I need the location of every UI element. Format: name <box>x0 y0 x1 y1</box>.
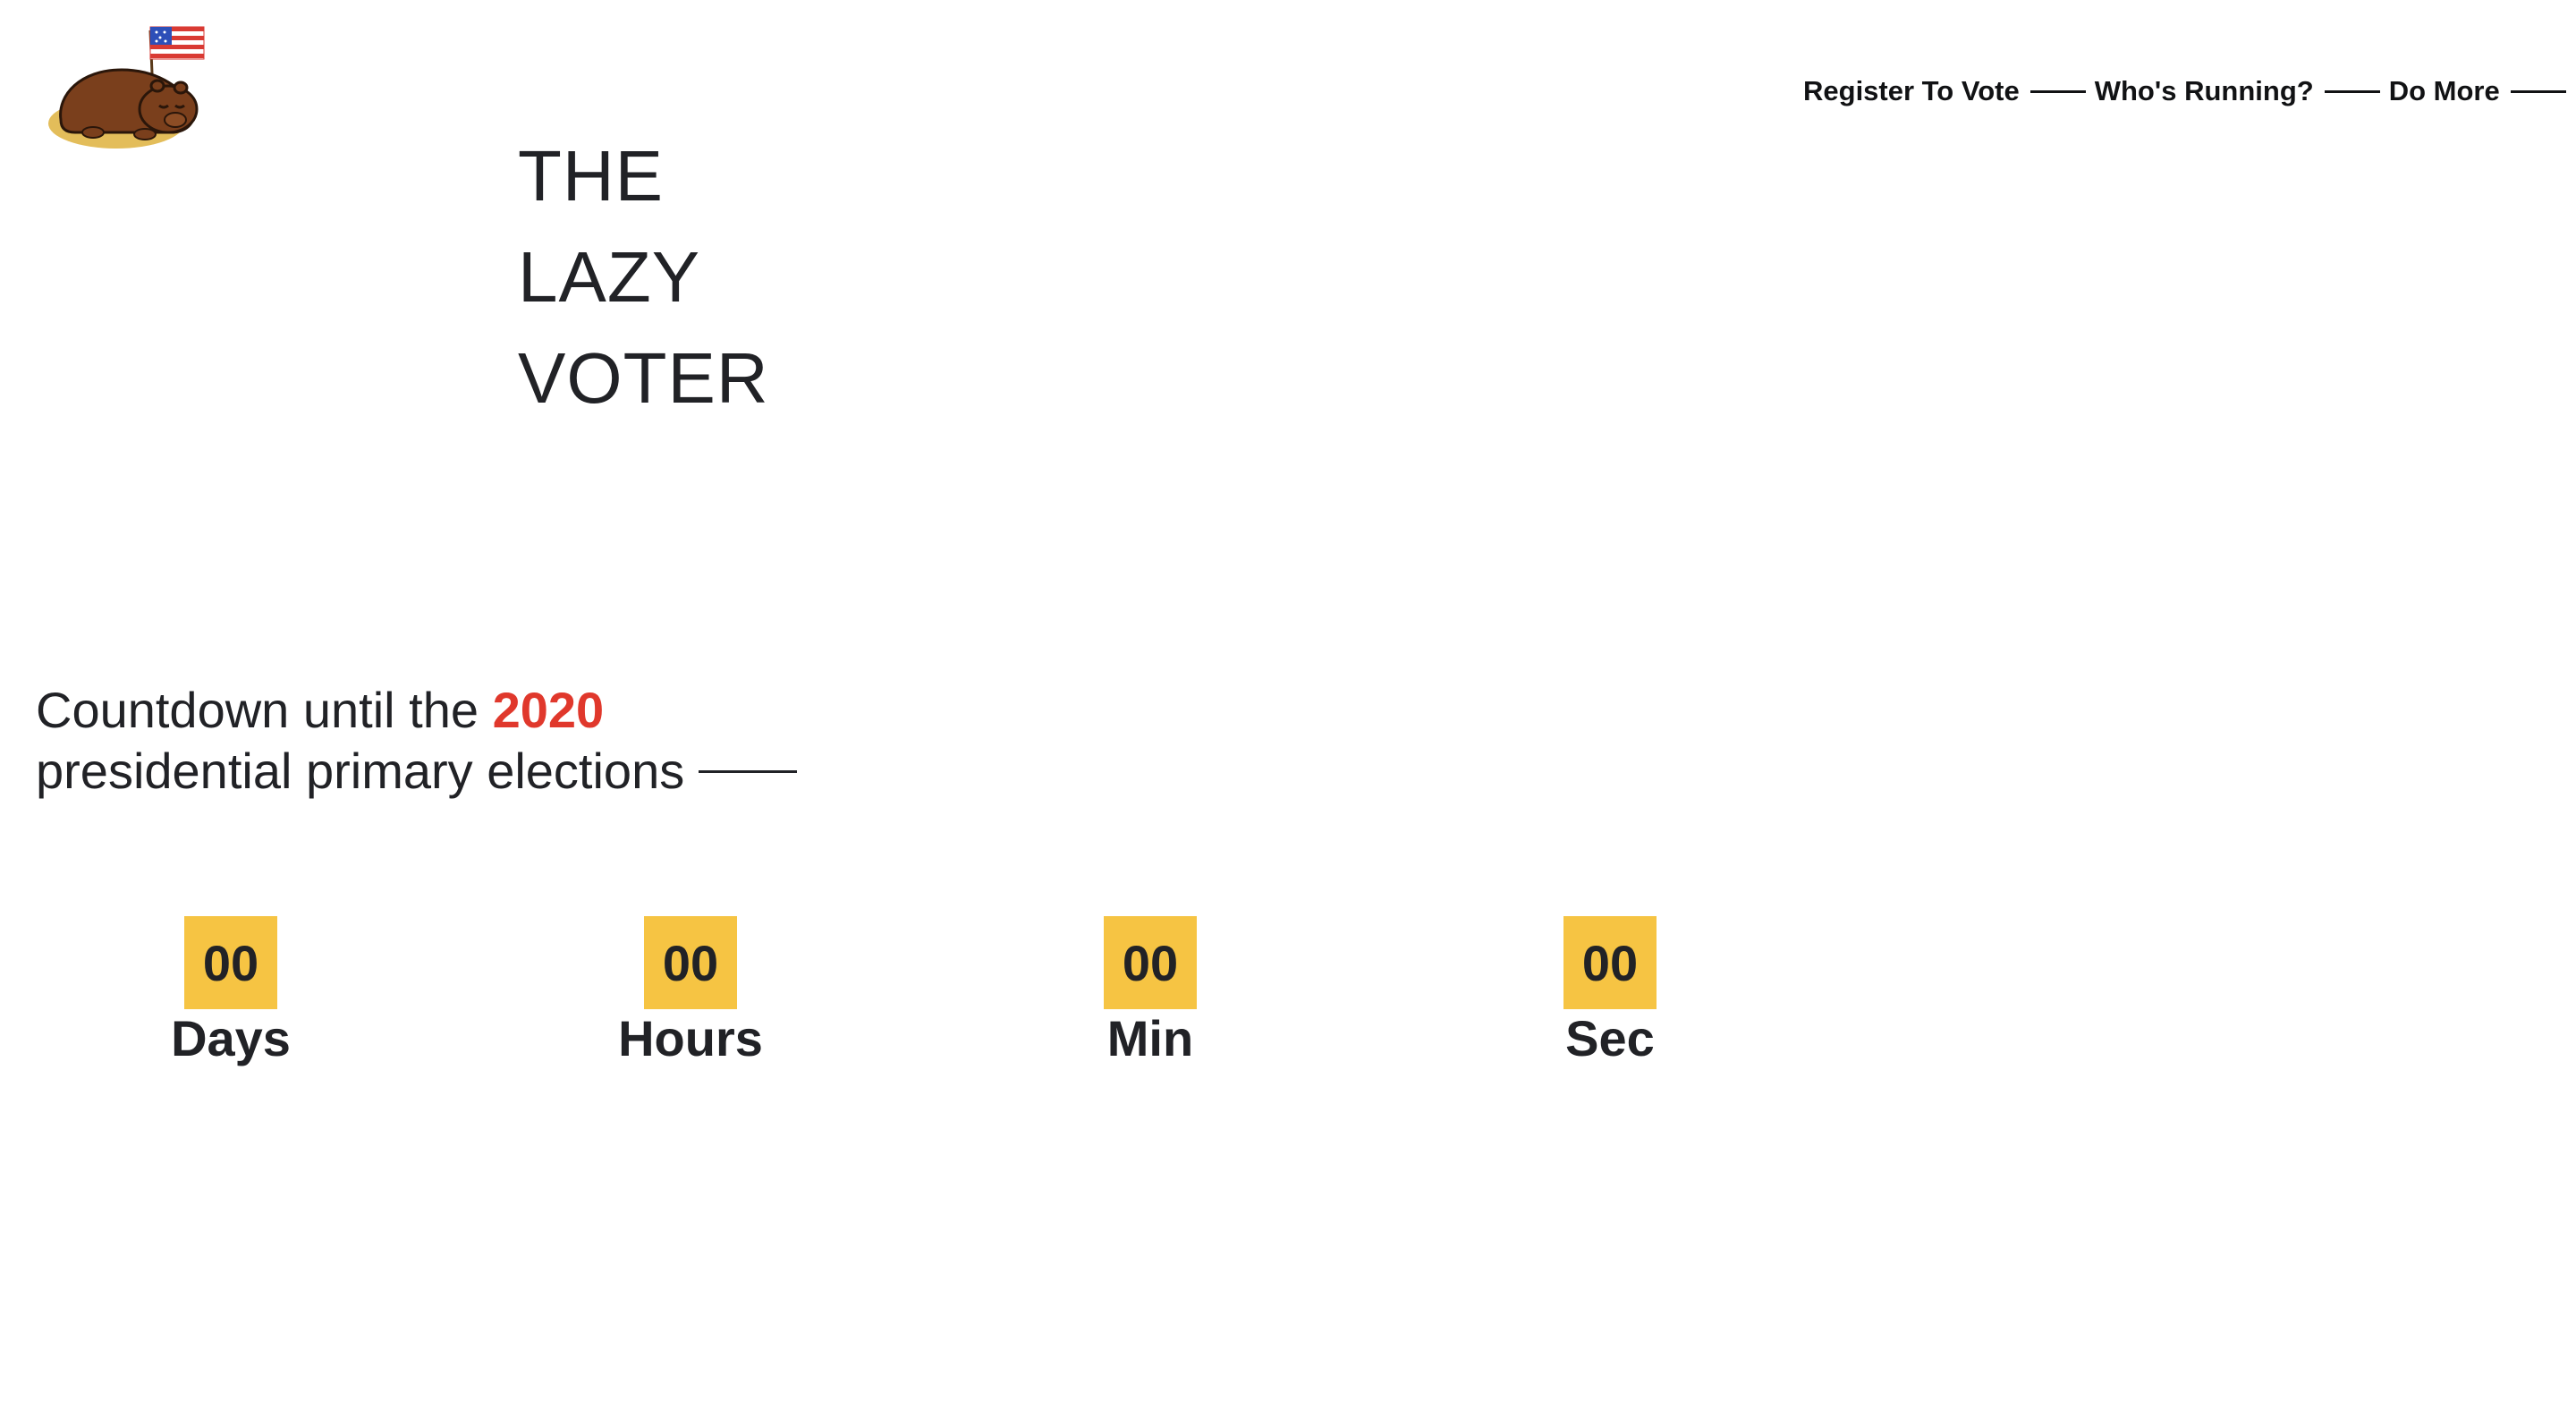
nav-divider <box>2029 89 2086 93</box>
election-year: 2020 <box>492 682 605 738</box>
countdown-heading: Countdown until the 2020 presidential pr… <box>36 680 930 802</box>
site-title-line: LAZY <box>518 237 701 317</box>
nav-divider <box>2510 89 2566 93</box>
countdown-min-value: 00 <box>1104 916 1197 1009</box>
main-nav: Register To Vote Who's Running? Do More <box>1803 72 2575 111</box>
nav-item-do-more: Do More <box>2389 75 2575 107</box>
countdown-sec-label: Sec <box>1565 1010 1655 1066</box>
countdown-days-label: Days <box>171 1010 291 1066</box>
nav-link-register-to-vote[interactable]: Register To Vote <box>1803 75 2020 107</box>
site-title: THE LAZY VOTER <box>518 125 769 429</box>
site-title-line: THE <box>518 136 664 216</box>
heading-divider <box>699 769 798 773</box>
countdown-min-label: Min <box>1106 1010 1194 1066</box>
logo[interactable] <box>39 23 218 161</box>
countdown-days: 00 Days <box>141 916 320 1068</box>
nav-divider <box>2324 89 2380 93</box>
nav-link-whos-running[interactable]: Who's Running? <box>2095 75 2314 107</box>
countdown-sec: 00 Sec <box>1521 916 1699 1068</box>
groundhog-flag-icon <box>48 26 205 149</box>
countdown-hours-value: 00 <box>644 916 737 1009</box>
nav-link-do-more[interactable]: Do More <box>2389 75 2500 107</box>
countdown-hours-label: Hours <box>618 1010 763 1066</box>
nav-item-register: Register To Vote <box>1803 75 2095 107</box>
countdown-heading-text: presidential primary elections <box>36 743 685 799</box>
site-title-line: VOTER <box>518 338 769 418</box>
countdown-min: 00 Min <box>1061 916 1240 1068</box>
countdown-sec-value: 00 <box>1563 916 1657 1009</box>
countdown-days-value: 00 <box>184 916 277 1009</box>
countdown-hours: 00 Hours <box>601 916 780 1068</box>
countdown-heading-text: Countdown until the <box>36 682 493 738</box>
nav-item-whos-running: Who's Running? <box>2095 75 2389 107</box>
